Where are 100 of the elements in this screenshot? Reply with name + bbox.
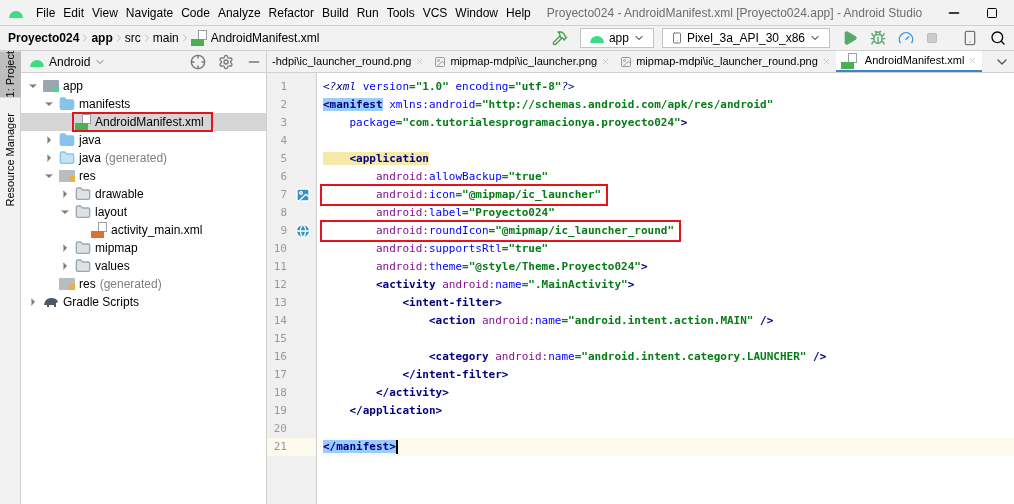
line-number: 17 bbox=[272, 366, 287, 383]
breadcrumb[interactable]: src bbox=[124, 29, 141, 47]
device-manager-icon[interactable] bbox=[962, 30, 978, 46]
tree-item[interactable]: layout bbox=[73, 203, 130, 221]
line-number: 1 bbox=[279, 78, 287, 95]
tree-item[interactable]: mipmap bbox=[73, 239, 140, 257]
menu-item[interactable]: View bbox=[88, 3, 122, 22]
line-number: 15 bbox=[272, 330, 287, 347]
editor-tab[interactable]: -hdpi\ic_launcher_round.png bbox=[267, 51, 430, 72]
breadcrumb[interactable]: main bbox=[152, 29, 179, 47]
generated-folder-icon bbox=[59, 150, 75, 166]
image-gutter-icon bbox=[295, 187, 311, 203]
line-number: 14 bbox=[272, 312, 287, 329]
editor-tab[interactable]: AndroidManifest.xml bbox=[835, 51, 983, 72]
folder-icon bbox=[75, 204, 91, 220]
menu-item[interactable]: File bbox=[32, 3, 60, 22]
menu-item[interactable]: Run bbox=[352, 3, 383, 22]
tree-item[interactable]: Gradle Scripts bbox=[41, 293, 142, 311]
code-line: </application> bbox=[348, 402, 443, 419]
device-dropdown[interactable]: Pixel_3a_API_30_x86 bbox=[661, 28, 830, 48]
editor-tab[interactable]: mipmap-mdpi\ic_launcher.png bbox=[429, 51, 616, 72]
breadcrumb[interactable]: Proyecto024 bbox=[8, 29, 80, 47]
run-config-dropdown[interactable]: app bbox=[579, 28, 654, 48]
folder-icon bbox=[75, 258, 91, 274]
menu-item[interactable]: Analyze bbox=[213, 3, 265, 22]
maximize-icon[interactable] bbox=[986, 6, 998, 19]
locate-icon[interactable] bbox=[190, 53, 206, 70]
menu-item[interactable]: Edit bbox=[59, 3, 89, 22]
manifest-file-icon bbox=[840, 52, 857, 69]
menu-item[interactable]: Window bbox=[451, 3, 503, 22]
menu-item[interactable]: Build bbox=[317, 3, 353, 22]
tree-item[interactable]: java bbox=[57, 131, 103, 149]
tree-item[interactable]: values bbox=[73, 257, 132, 275]
globe-gutter-icon bbox=[295, 223, 311, 239]
project-view-dropdown[interactable]: Android bbox=[29, 52, 107, 71]
code-line: android:theme="@style/Theme.Proyecto024"> bbox=[374, 258, 648, 275]
menu-item[interactable]: Code bbox=[177, 3, 214, 22]
hammer-icon[interactable] bbox=[551, 30, 568, 46]
editor-tab[interactable]: mipmap-mdpi\ic_launcher_round.png bbox=[615, 51, 836, 72]
debug-icon[interactable] bbox=[870, 30, 886, 46]
window-title: Proyecto024 - AndroidManifest.xml [Proyecto024.app] - Android Studio bbox=[546, 4, 923, 22]
tree-item[interactable]: drawable bbox=[73, 185, 146, 203]
line-number: 6 bbox=[279, 168, 287, 185]
manifest-file-icon bbox=[190, 30, 207, 46]
tree-item[interactable]: app bbox=[41, 77, 86, 95]
code-line: android:allowBackup="true" bbox=[374, 168, 549, 185]
line-number: 20 bbox=[272, 420, 287, 437]
code-line: <category android:name="android.intent.category.LAUNCHER" /> bbox=[427, 348, 827, 365]
menu-item[interactable]: Navigate bbox=[121, 3, 178, 22]
tree-item[interactable]: res bbox=[57, 167, 98, 185]
tree-item[interactable]: activity_main.xml bbox=[89, 221, 205, 239]
line-number: 11 bbox=[272, 258, 287, 275]
line-number: 4 bbox=[279, 132, 287, 149]
line-number: 5 bbox=[279, 150, 287, 167]
image-file-icon bbox=[620, 55, 633, 68]
code-line: <action android:name="android.intent.action.MAIN" /> bbox=[427, 312, 774, 329]
tree-item[interactable]: manifests bbox=[57, 95, 133, 113]
settings-icon[interactable] bbox=[218, 53, 234, 70]
tree-item[interactable]: java (generated) bbox=[57, 149, 170, 167]
code-line: <activity android:name=".MainActivity"> bbox=[374, 276, 635, 293]
menu-item[interactable]: Tools bbox=[382, 3, 419, 22]
menu-item[interactable]: Help bbox=[502, 3, 535, 22]
code-line: <intent-filter> bbox=[401, 294, 502, 311]
code-line: <manifest xmlns:android="http://schemas.android.com/apk/res/android" bbox=[323, 96, 774, 113]
tool-window-tab[interactable]: Resource Manager bbox=[0, 113, 21, 208]
folder-icon bbox=[59, 132, 75, 148]
module-folder-icon bbox=[43, 80, 59, 92]
phone-icon bbox=[670, 32, 683, 44]
tool-window-tab[interactable]: 1: Project bbox=[0, 51, 21, 98]
line-number: 3 bbox=[279, 114, 287, 131]
layout-file-icon bbox=[91, 222, 107, 238]
search-icon[interactable] bbox=[990, 30, 1006, 46]
line-number: 16 bbox=[272, 348, 287, 365]
tree-item[interactable]: res (generated) bbox=[57, 275, 164, 293]
menu-item[interactable]: VCS bbox=[418, 3, 452, 22]
code-line: android:icon="@mipmap/ic_launcher" bbox=[323, 186, 606, 204]
text-cursor bbox=[395, 440, 398, 454]
elephant-icon bbox=[43, 296, 59, 308]
breadcrumb[interactable]: app bbox=[91, 29, 113, 47]
line-number: 12 bbox=[272, 276, 287, 293]
code-line: android:roundIcon="@mipmap/ic_launcher_round" bbox=[323, 222, 678, 240]
breadcrumb[interactable]: AndroidManifest.xml bbox=[210, 29, 320, 47]
line-number: 8 bbox=[279, 204, 287, 221]
line-number: 21 bbox=[272, 438, 287, 455]
line-number: 7 bbox=[279, 186, 287, 203]
android-icon bbox=[588, 33, 605, 43]
profiler-icon[interactable] bbox=[898, 30, 914, 46]
line-number: 18 bbox=[272, 384, 287, 401]
folder-icon bbox=[75, 186, 91, 202]
code-line: </activity> bbox=[374, 384, 449, 401]
code-line: <?xml version="1.0" encoding="utf-8"?> bbox=[323, 78, 575, 95]
manifest-file-icon bbox=[75, 114, 91, 130]
run-icon[interactable] bbox=[842, 30, 858, 46]
folder-icon bbox=[75, 240, 91, 256]
resource-folder-icon bbox=[59, 170, 75, 182]
menu-item[interactable]: Refactor bbox=[264, 3, 318, 22]
code-line: package="com.tutorialesprogramacionya.proyecto024"> bbox=[348, 114, 688, 131]
line-number: 13 bbox=[272, 294, 287, 311]
code-line: android:supportsRtl="true" bbox=[374, 240, 549, 257]
line-number: 19 bbox=[272, 402, 287, 419]
